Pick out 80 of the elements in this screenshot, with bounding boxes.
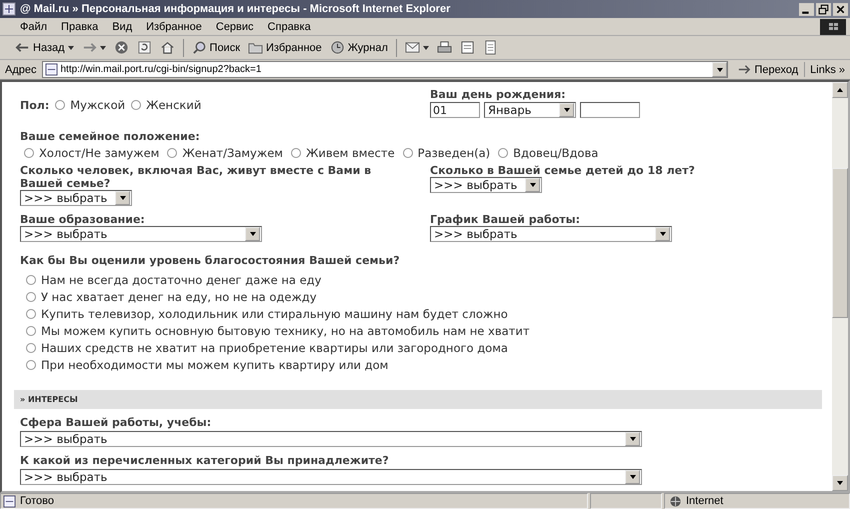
field-label: Ваш день рождения: <box>430 88 567 101</box>
caret-icon <box>250 232 256 236</box>
radio-option[interactable]: У нас хватает денег на еду, но не на одежду <box>26 290 832 304</box>
page-icon <box>3 494 16 508</box>
printer-icon <box>436 40 452 55</box>
zone-text: Internet <box>686 495 724 507</box>
caret-icon <box>422 46 429 50</box>
stop-icon <box>114 40 129 55</box>
close-icon[interactable] <box>833 2 848 16</box>
caret-icon <box>660 232 666 236</box>
radio-option[interactable]: Купить телевизор, холодильник или стиральную машину нам будет сложно <box>26 307 832 321</box>
caret-icon <box>564 108 570 112</box>
caret-icon <box>68 46 74 50</box>
field-label: К какой из перечисленных категорий Вы принадлежите? <box>20 454 390 467</box>
radio-option[interactable]: Женский <box>131 98 202 112</box>
caret-icon <box>100 46 106 50</box>
radio-option[interactable]: Разведен(а) <box>402 146 490 160</box>
dropdown[interactable]: >>> выбрать <box>20 431 642 447</box>
clock-icon <box>330 40 345 55</box>
field-label: Сколько человек, включая Вас, живут вместе с Вами в Вашей семье? <box>20 164 372 190</box>
scrollbar[interactable] <box>832 82 848 491</box>
menu-item[interactable]: Справка <box>262 20 317 32</box>
home-icon <box>160 40 175 55</box>
field-label: График Вашей работы: <box>430 213 581 226</box>
go-button[interactable]: Переход <box>731 62 806 77</box>
caret-icon <box>837 481 843 485</box>
restore-icon[interactable] <box>816 2 831 16</box>
up-arrow-icon <box>837 88 843 92</box>
address-label: Адрес <box>4 64 38 76</box>
month-dropdown[interactable]: Январь <box>484 102 576 118</box>
menu-item[interactable]: Правка <box>55 20 104 32</box>
browser-icon <box>2 2 16 16</box>
field-label: Сфера Вашей работы, учебы: <box>20 416 212 429</box>
menu-item[interactable]: Сервис <box>210 20 260 32</box>
field-label: Как бы Вы оценили уровень благосостояния Вашей семьи? <box>20 254 401 267</box>
day-field[interactable]: 01 <box>430 102 480 118</box>
radio-option[interactable]: Мы можем купить основную бытовую технику, но на автомобиль нам не хватит <box>26 324 832 338</box>
page-icon <box>482 40 498 55</box>
radio-option[interactable]: При необходимости мы можем купить квартиру или дом <box>26 358 832 372</box>
field-label: Ваше семейное положение: <box>20 130 201 143</box>
favorites-button[interactable]: Избранное <box>245 40 325 55</box>
search-icon <box>192 40 207 55</box>
caret-icon <box>120 196 126 200</box>
caret-icon <box>630 437 636 441</box>
back-button[interactable]: Назад <box>12 40 77 55</box>
status-panel <box>590 493 662 509</box>
window-title: @ Mail.ru » Персональная информация и интересы - Microsoft Internet Explorer <box>20 3 452 15</box>
section-title: » ИНТЕРЕСЫ <box>20 395 78 404</box>
caret-icon <box>530 183 536 187</box>
status-text: Готово <box>20 495 54 507</box>
address-field[interactable]: http://win.mail.port.ru/cgi-bin/signup2?back=1 <box>42 61 728 78</box>
radio-option[interactable]: Мужской <box>55 98 126 112</box>
field-label: Ваше образование: <box>20 213 146 226</box>
search-button[interactable]: Поиск <box>188 40 244 55</box>
history-button[interactable]: Журнал <box>326 40 391 55</box>
radio-option[interactable]: Холост/Не замужем <box>24 146 160 160</box>
children-dropdown[interactable]: >>> выбрать <box>430 177 542 193</box>
minimize-icon[interactable] <box>799 2 814 16</box>
page-icon <box>44 63 58 76</box>
field-label: Сколько в Вашей семье детей до 18 лет? <box>430 164 696 177</box>
document-icon <box>460 40 475 55</box>
gender-label: Пол: <box>20 98 50 112</box>
education-dropdown[interactable]: >>> выбрать <box>20 226 262 242</box>
menu-item[interactable]: Избранное <box>140 20 208 32</box>
refresh-icon <box>136 40 152 55</box>
schedule-dropdown[interactable]: >>> выбрать <box>430 226 672 242</box>
caret-icon <box>630 475 636 479</box>
menu-item[interactable]: Вид <box>106 20 138 32</box>
radio-option[interactable]: Живем вместе <box>290 146 395 160</box>
menu-item[interactable]: Файл <box>14 20 54 32</box>
caret-icon <box>716 68 723 72</box>
mail-icon <box>404 40 420 55</box>
dropdown[interactable]: >>> выбрать <box>20 469 642 485</box>
links-button[interactable]: Links » <box>808 64 847 76</box>
radio-option[interactable]: Нам не всегда достаточно денег даже на еду <box>26 273 832 287</box>
radio-option[interactable]: Женат/Замужем <box>167 146 283 160</box>
radio-option[interactable]: Наших средств не хватит на приобретение квартиры или загородного дома <box>26 341 832 355</box>
year-field[interactable] <box>580 102 640 118</box>
household-dropdown[interactable]: >>> выбрать <box>20 190 132 206</box>
radio-option[interactable]: Вдовец/Вдова <box>498 146 598 160</box>
